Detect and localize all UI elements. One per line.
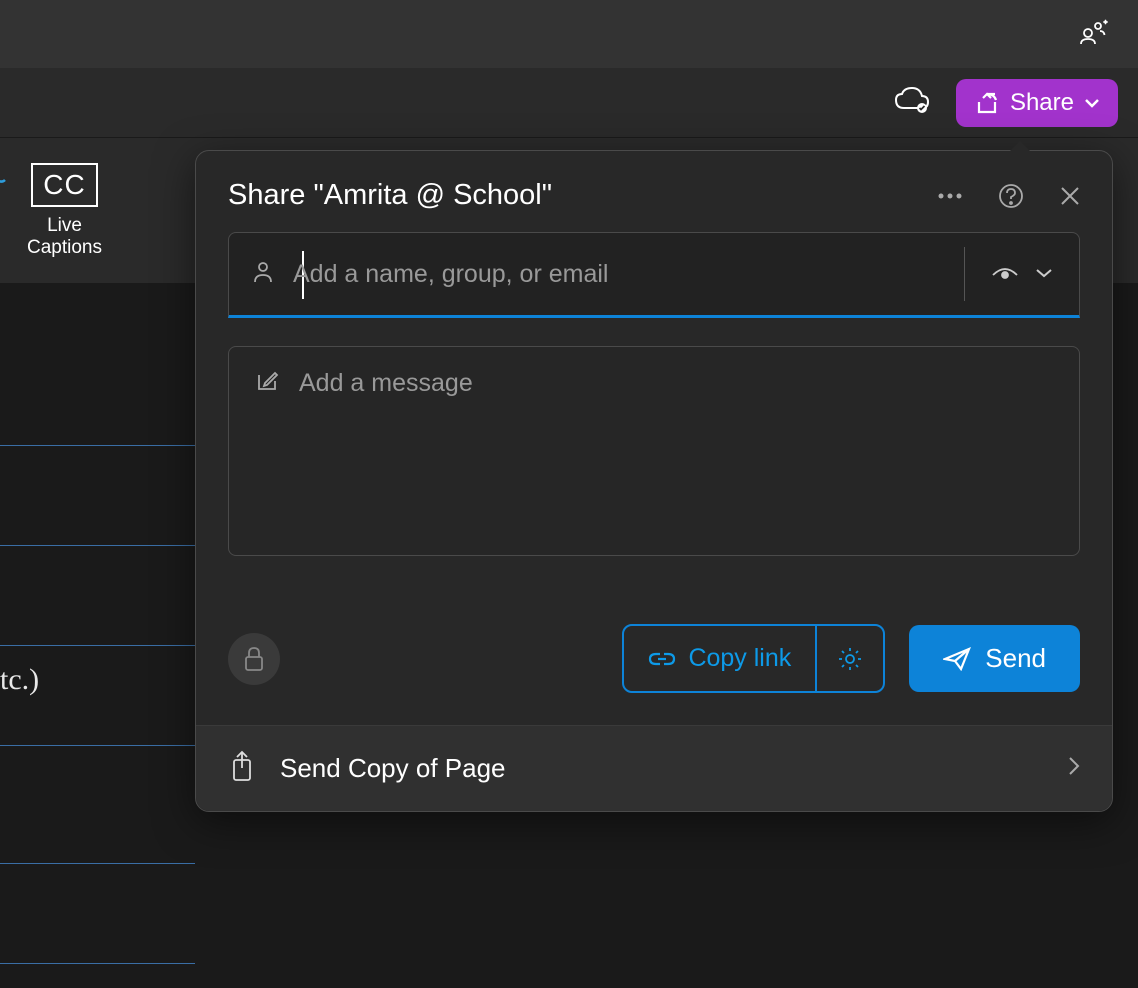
accessibility-ribbon-item[interactable]: k ility (0, 164, 7, 258)
recipient-input[interactable]: Add a name, group, or email (228, 232, 1080, 318)
people-outline-icon[interactable] (1078, 19, 1108, 50)
eye-icon (991, 263, 1019, 286)
person-icon (253, 261, 273, 288)
share-up-icon (228, 750, 256, 787)
copy-link-label: Copy link (688, 644, 791, 673)
more-options-icon[interactable] (938, 193, 962, 199)
send-copy-label: Send Copy of Page (280, 753, 1044, 784)
share-arrow-icon (974, 90, 1000, 116)
live-captions-label-1: Live (47, 215, 82, 236)
app-toolbar: Share (0, 68, 1138, 138)
close-icon[interactable] (1060, 186, 1080, 206)
lock-icon (243, 646, 265, 672)
cc-icon: CC (31, 163, 97, 207)
live-captions-ribbon-item[interactable]: CC Live Captions (27, 163, 102, 259)
chevron-right-icon (1068, 756, 1080, 781)
link-settings-button[interactable] (815, 626, 883, 691)
share-button[interactable]: Share (956, 79, 1118, 127)
message-input[interactable]: Add a message (228, 346, 1080, 556)
edit-icon (255, 371, 279, 398)
send-copy-row[interactable]: Send Copy of Page (196, 725, 1112, 811)
link-icon (648, 651, 676, 667)
send-label: Send (985, 643, 1046, 674)
permission-dropdown[interactable] (965, 233, 1079, 315)
help-icon[interactable] (998, 183, 1024, 209)
cloud-sync-icon[interactable] (894, 86, 930, 119)
send-icon (943, 647, 971, 671)
chevron-down-icon (1035, 265, 1053, 283)
share-dialog-header: Share "Amrita @ School" (196, 151, 1112, 232)
recipient-placeholder: Add a name, group, or email (293, 260, 608, 289)
copy-link-button[interactable]: Copy link (624, 626, 815, 691)
gear-icon (837, 646, 863, 672)
share-dialog-title: Share "Amrita @ School" (228, 179, 938, 212)
live-captions-label-2: Captions (27, 237, 102, 258)
message-placeholder: Add a message (299, 369, 473, 398)
window-titlebar (0, 0, 1138, 68)
share-actions-row: Copy link Send (196, 592, 1112, 725)
accessibility-icon (0, 164, 7, 206)
share-button-label: Share (1010, 89, 1074, 117)
chevron-down-icon (1084, 98, 1100, 108)
copy-link-group: Copy link (622, 624, 885, 693)
handwriting-content: tc.) (0, 663, 39, 697)
share-dialog: Share "Amrita @ School" (195, 150, 1113, 812)
send-button[interactable]: Send (909, 625, 1080, 692)
lock-button[interactable] (228, 633, 280, 685)
